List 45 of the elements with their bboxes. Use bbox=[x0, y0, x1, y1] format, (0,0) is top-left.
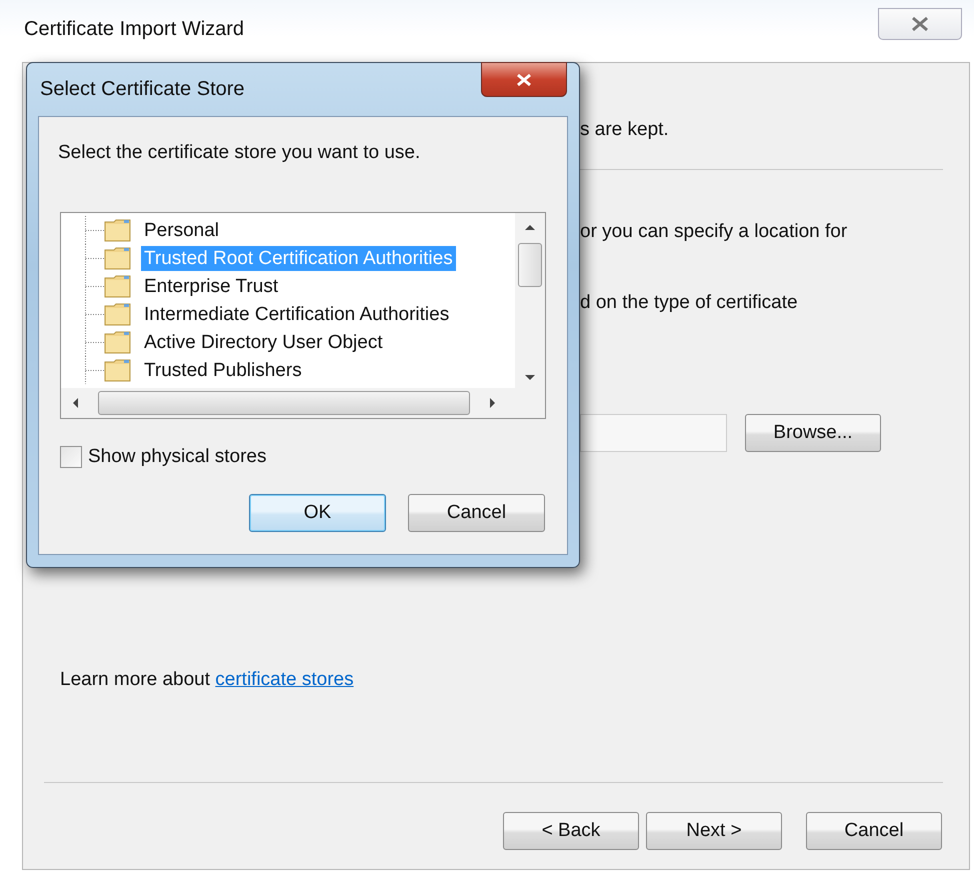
folder-icon bbox=[104, 358, 132, 382]
folder-icon bbox=[104, 246, 132, 270]
tree-item[interactable]: Trusted Publishers bbox=[141, 358, 305, 382]
instruction-text: s are kept. bbox=[580, 118, 669, 142]
scroll-thumb[interactable] bbox=[98, 391, 470, 415]
folder-icon bbox=[104, 302, 132, 326]
tree-connector-icon bbox=[84, 244, 104, 272]
checkbox-label[interactable]: Show physical stores bbox=[88, 446, 266, 468]
window-title: Certificate Import Wizard bbox=[24, 18, 244, 40]
tree-connector-icon bbox=[84, 328, 104, 356]
certificate-stores-link[interactable]: certificate stores bbox=[215, 669, 354, 690]
store-field[interactable] bbox=[580, 414, 727, 452]
scroll-thumb[interactable] bbox=[518, 243, 542, 287]
tree-connector-icon bbox=[84, 356, 104, 384]
tree-connector-icon bbox=[84, 300, 104, 328]
wizard-button[interactable]: Cancel bbox=[806, 812, 942, 850]
tree-item[interactable]: Active Directory User Object bbox=[141, 330, 386, 354]
wizard-button[interactable]: < Back bbox=[503, 812, 639, 850]
horizontal-scrollbar[interactable] bbox=[61, 388, 545, 418]
close-icon bbox=[515, 72, 533, 86]
scroll-down-icon[interactable] bbox=[524, 374, 536, 382]
instruction-text: or you can specify a location for bbox=[580, 220, 848, 244]
vertical-scrollbar[interactable] bbox=[515, 213, 545, 388]
folder-icon bbox=[104, 218, 132, 242]
learn-more-text: Learn more about certificate stores bbox=[59, 668, 355, 692]
scroll-left-icon[interactable] bbox=[71, 397, 79, 409]
tree-connector-icon bbox=[84, 216, 104, 244]
folder-icon bbox=[104, 330, 132, 354]
wizard-button[interactable]: Next > bbox=[646, 812, 782, 850]
tree-connector-icon bbox=[84, 272, 104, 300]
close-icon bbox=[909, 16, 931, 32]
prompt-text: Select the certificate store you want to use. bbox=[57, 141, 422, 165]
dialog-title: Select Certificate Store bbox=[40, 77, 245, 101]
folder-icon bbox=[104, 274, 132, 298]
scroll-right-icon[interactable] bbox=[489, 397, 497, 409]
tree-item[interactable]: Enterprise Trust bbox=[141, 274, 282, 298]
browse-button[interactable]: Browse... bbox=[745, 414, 881, 452]
tree-item[interactable]: Personal bbox=[141, 218, 222, 242]
dialog-button[interactable]: OK bbox=[249, 494, 386, 532]
close-button[interactable] bbox=[481, 62, 567, 97]
checkbox[interactable] bbox=[60, 446, 82, 468]
instruction-text: d on the type of certificate bbox=[580, 291, 798, 315]
dialog-button[interactable]: Cancel bbox=[408, 494, 545, 532]
scroll-up-icon[interactable] bbox=[524, 223, 536, 231]
tree-item[interactable]: Intermediate Certification Authorities bbox=[141, 302, 452, 326]
